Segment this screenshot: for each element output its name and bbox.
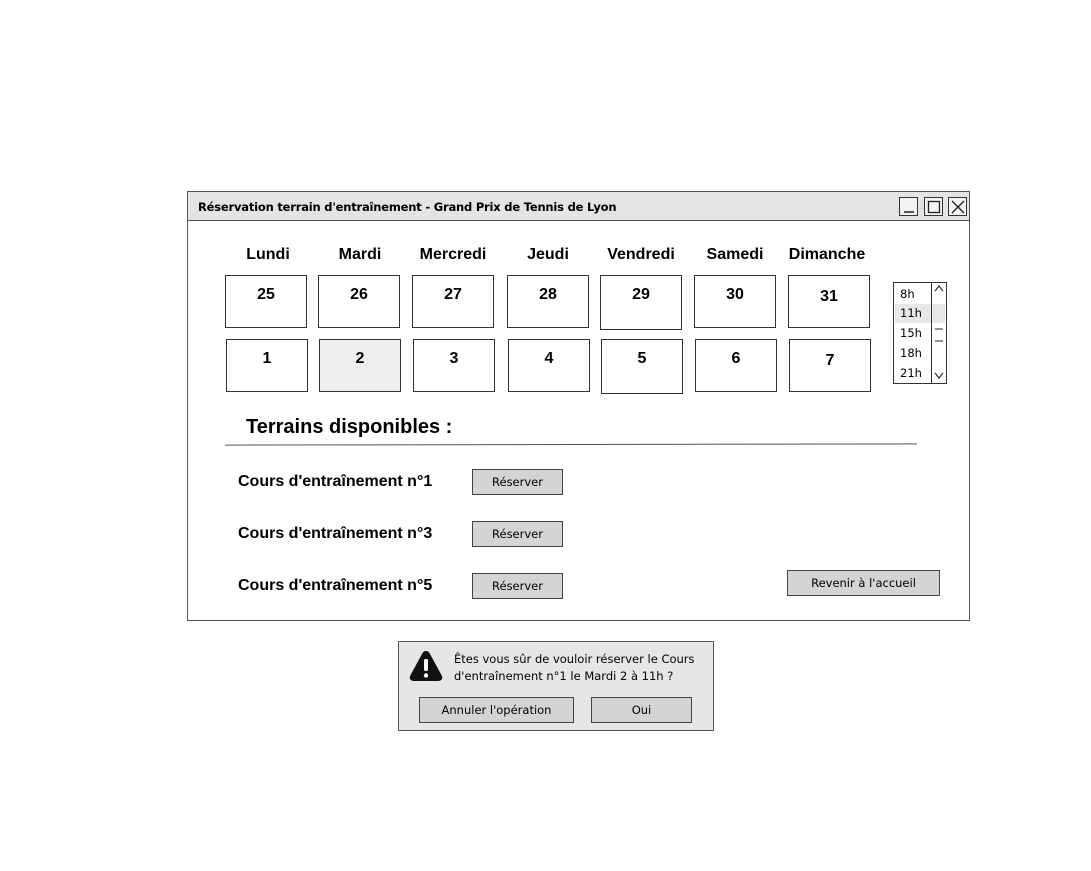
court-label: Cours d'entraînement n°1: [238, 473, 433, 490]
scrollbar-arrows-icon: [934, 285, 944, 379]
day-name-samedi: Samedi: [706, 246, 764, 263]
court-label: Cours d'entraînement n°3: [238, 525, 433, 542]
hour-list[interactable]: 8h 11h 15h 18h 21h: [893, 282, 947, 384]
day-name-lundi: Lundi: [246, 246, 290, 263]
day-name-vendredi: Vendredi: [607, 246, 675, 263]
close-button[interactable]: [948, 197, 967, 216]
court-label: Cours d'entraînement n°5: [238, 577, 433, 594]
hour-item[interactable]: 8h: [895, 285, 932, 304]
reservation-window: Réservation terrain d'entraînement - Gra…: [187, 191, 970, 621]
day-name-dimanche: Dimanche: [788, 246, 866, 263]
date-number: 29: [632, 286, 650, 303]
date-number: 30: [726, 286, 744, 303]
back-home-button[interactable]: Revenir à l'accueil: [787, 570, 940, 596]
date-number: 31: [820, 288, 838, 305]
date-cell[interactable]: 26: [318, 275, 400, 328]
date-cell[interactable]: 4: [508, 339, 590, 392]
minimize-button[interactable]: [899, 197, 918, 216]
reserve-button[interactable]: Réserver: [472, 521, 563, 547]
day-name-mercredi: Mercredi: [419, 246, 487, 263]
confirm-dialog: Êtes vous sûr de vouloir réserver le Cou…: [398, 641, 714, 731]
hour-scrollbar[interactable]: [931, 283, 946, 383]
date-number: 26: [350, 286, 368, 303]
dialog-message: Êtes vous sûr de vouloir réserver le Cou…: [454, 652, 695, 683]
window-title: Réservation terrain d'entraînement - Gra…: [198, 200, 617, 214]
date-cell[interactable]: 31: [788, 275, 870, 328]
reserve-button[interactable]: Réserver: [472, 469, 563, 495]
date-cell[interactable]: 3: [413, 339, 495, 392]
date-cell[interactable]: 6: [695, 339, 777, 392]
date-cell[interactable]: 27: [412, 275, 494, 328]
date-number: 25: [257, 286, 275, 303]
hour-item[interactable]: 18h: [895, 344, 932, 363]
hour-item[interactable]: 15h: [895, 324, 932, 343]
date-cell[interactable]: 30: [694, 275, 776, 328]
date-cell[interactable]: 5: [601, 339, 683, 394]
date-number: 1: [262, 350, 272, 367]
date-cell[interactable]: 28: [507, 275, 589, 328]
date-number: 4: [544, 350, 554, 367]
date-cell[interactable]: 29: [600, 275, 682, 330]
date-number: 2: [355, 350, 365, 367]
date-cell[interactable]: 1: [226, 339, 308, 392]
cancel-button[interactable]: Annuler l'opération: [419, 697, 574, 723]
maximize-button[interactable]: [924, 197, 943, 216]
date-number: 3: [449, 350, 459, 367]
reserve-button[interactable]: Réserver: [472, 573, 563, 599]
section-title: Terrains disponibles :: [246, 416, 453, 438]
date-number: 27: [444, 286, 462, 303]
day-name-jeudi: Jeudi: [527, 246, 569, 263]
date-cell[interactable]: 7: [789, 339, 871, 392]
day-name-mardi: Mardi: [338, 246, 382, 263]
divider: [224, 443, 918, 446]
date-number: 28: [539, 286, 557, 303]
date-cell-selected[interactable]: 2: [319, 339, 401, 392]
title-bar: Réservation terrain d'entraînement - Gra…: [188, 192, 969, 221]
minimize-icon: [904, 211, 914, 213]
date-cell[interactable]: 25: [225, 275, 307, 328]
date-number: 7: [825, 352, 835, 369]
date-number: 6: [731, 350, 741, 367]
date-number: 5: [637, 350, 647, 367]
maximize-icon: [927, 200, 941, 214]
confirm-button[interactable]: Oui: [591, 697, 692, 723]
warning-icon: [409, 651, 443, 681]
close-icon: [951, 200, 965, 214]
hour-item[interactable]: 21h: [895, 364, 932, 383]
